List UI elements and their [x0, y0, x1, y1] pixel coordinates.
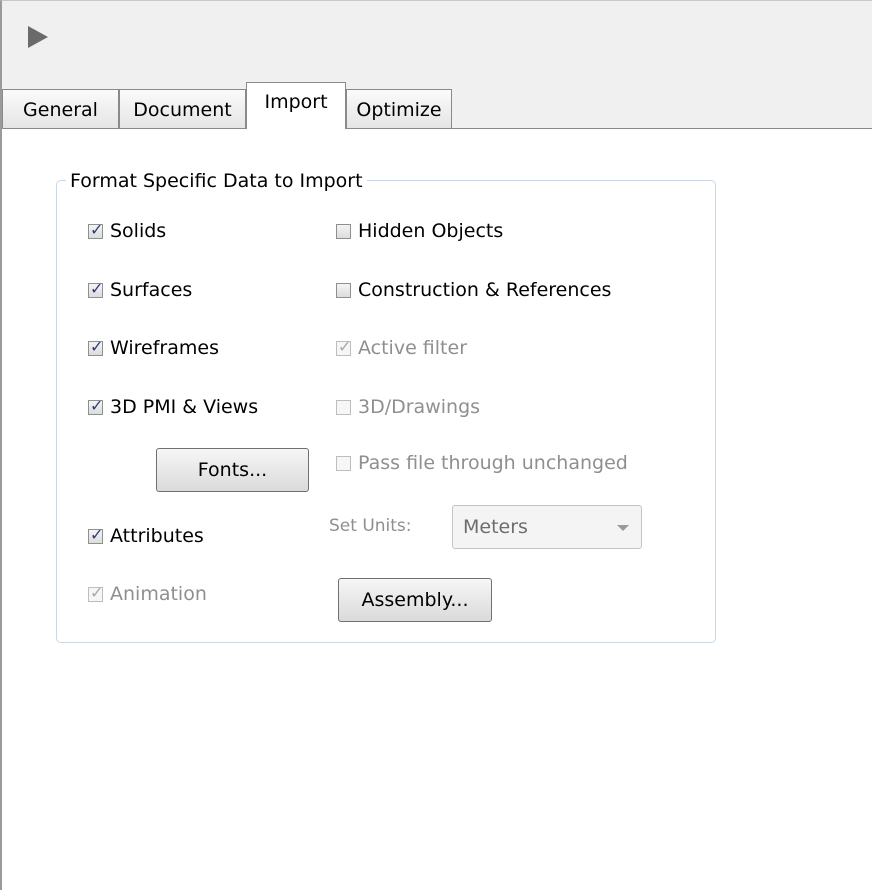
- units-select-value: Meters: [463, 516, 528, 538]
- animation-check-box: [88, 583, 103, 602]
- construction-references-check-box[interactable]: [336, 282, 351, 298]
- wireframes-checkbox[interactable]: Wireframes: [88, 337, 219, 359]
- surfaces-check-box[interactable]: [88, 279, 103, 298]
- pass-through-label: Pass file through unchanged: [358, 452, 628, 474]
- drawings-3d-check-box: [336, 399, 351, 415]
- pmi-views-label: 3D PMI & Views: [110, 396, 259, 418]
- drawings-3d-checkbox: 3D/Drawings: [336, 396, 480, 418]
- active-filter-label: Active filter: [358, 337, 468, 359]
- solids-check-box[interactable]: [88, 220, 103, 239]
- pass-through-check-box: [336, 455, 351, 471]
- tab-optimize[interactable]: Optimize: [346, 89, 452, 129]
- assembly-button-label: Assembly...: [361, 589, 469, 611]
- tab-general[interactable]: General: [2, 89, 119, 129]
- set-units-label: Set Units:: [329, 516, 412, 536]
- pmi-views-checkbox[interactable]: 3D PMI & Views: [88, 396, 258, 418]
- pmi-views-check-box[interactable]: [88, 396, 103, 415]
- tab-document-label: Document: [133, 98, 232, 121]
- chevron-down-icon: [617, 525, 629, 531]
- tab-import[interactable]: Import: [246, 82, 346, 129]
- fonts-button-label: Fonts...: [197, 459, 268, 481]
- tab-import-label: Import: [264, 91, 328, 113]
- tab-general-label: General: [23, 98, 98, 121]
- solids-checkbox[interactable]: Solids: [88, 220, 166, 242]
- attributes-checkbox[interactable]: Attributes: [88, 525, 204, 547]
- assembly-button[interactable]: Assembly...: [338, 578, 492, 622]
- drawings-3d-label: 3D/Drawings: [358, 396, 481, 418]
- surfaces-checkbox[interactable]: Surfaces: [88, 279, 192, 301]
- construction-references-label: Construction & References: [358, 279, 612, 301]
- tab-document[interactable]: Document: [119, 89, 246, 129]
- hidden-objects-label: Hidden Objects: [358, 220, 504, 242]
- fonts-button[interactable]: Fonts...: [156, 448, 309, 492]
- animation-checkbox: Animation: [88, 583, 207, 605]
- hidden-objects-checkbox[interactable]: Hidden Objects: [336, 220, 503, 242]
- units-select: Meters: [452, 505, 642, 549]
- tab-optimize-label: Optimize: [356, 98, 442, 121]
- group-title: Format Specific Data to Import: [66, 170, 367, 192]
- solids-label: Solids: [110, 220, 167, 242]
- wireframes-label: Wireframes: [110, 337, 219, 359]
- surfaces-label: Surfaces: [110, 279, 193, 301]
- active-filter-check-box: [336, 337, 351, 356]
- wireframes-check-box[interactable]: [88, 337, 103, 356]
- attributes-label: Attributes: [110, 525, 204, 547]
- animation-label: Animation: [110, 583, 207, 605]
- construction-references-checkbox[interactable]: Construction & References: [336, 279, 611, 301]
- attributes-check-box[interactable]: [88, 525, 103, 544]
- active-filter-checkbox: Active filter: [336, 337, 467, 359]
- play-icon[interactable]: [28, 26, 48, 48]
- pass-through-checkbox: Pass file through unchanged: [336, 452, 628, 474]
- hidden-objects-check-box[interactable]: [336, 223, 351, 239]
